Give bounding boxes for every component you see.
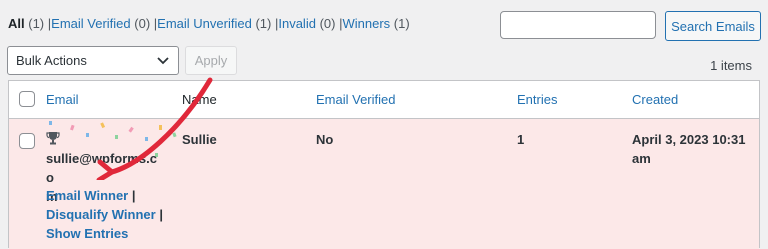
show-entries-link[interactable]: Show Entries bbox=[46, 226, 128, 241]
row-actions: Email Winner | Disqualify Winner | Show … bbox=[46, 188, 163, 241]
created-line1: April 3, 2023 10:31 bbox=[632, 132, 746, 147]
search-input[interactable] bbox=[500, 11, 656, 39]
filter-winners-count: (1) bbox=[393, 16, 410, 31]
filter-email-unverified[interactable]: Email Unverified bbox=[157, 16, 252, 31]
search-emails-button[interactable]: Search Emails bbox=[665, 11, 761, 41]
column-created[interactable]: Created bbox=[632, 92, 678, 107]
email-verified-value: No bbox=[316, 132, 334, 147]
status-filters: All (1) |Email Verified (0) |Email Unver… bbox=[8, 16, 410, 31]
created-line2: am bbox=[632, 151, 651, 166]
entries-value: 1 bbox=[517, 132, 525, 147]
winner-name: Sullie bbox=[182, 132, 217, 147]
apply-button[interactable]: Apply bbox=[185, 46, 237, 75]
bulk-actions-select[interactable]: Bulk Actions bbox=[7, 46, 179, 75]
table-header: Email Name Email Verified Entries Create… bbox=[9, 81, 759, 119]
items-count: 1 items bbox=[710, 58, 752, 73]
winner-email-line1: sullie@wpforms.co bbox=[46, 151, 157, 185]
filter-email-verified-count: (0) bbox=[134, 16, 151, 31]
filter-invalid[interactable]: Invalid bbox=[278, 16, 316, 31]
filter-winners[interactable]: Winners bbox=[342, 16, 390, 31]
bulk-actions-label: Bulk Actions bbox=[16, 53, 87, 68]
column-name: Name bbox=[182, 92, 217, 107]
created-value: April 3, 2023 10:31 am bbox=[632, 130, 745, 168]
column-email[interactable]: Email bbox=[46, 92, 79, 107]
select-all-checkbox[interactable] bbox=[19, 91, 35, 107]
email-winner-link[interactable]: Email Winner bbox=[46, 188, 128, 203]
filter-all[interactable]: All bbox=[8, 16, 25, 31]
filter-all-count: (1) bbox=[28, 16, 45, 31]
filter-email-unverified-count: (1) bbox=[255, 16, 272, 31]
column-entries[interactable]: Entries bbox=[517, 92, 557, 107]
row-checkbox[interactable] bbox=[19, 133, 35, 149]
filter-invalid-count: (0) bbox=[319, 16, 336, 31]
table-row: sullie@wpforms.co m Email Winner | Disqu… bbox=[9, 119, 759, 249]
chevron-down-icon bbox=[157, 57, 169, 65]
trophy-icon bbox=[46, 132, 60, 145]
disqualify-winner-link[interactable]: Disqualify Winner bbox=[46, 207, 156, 222]
entries-table: Email Name Email Verified Entries Create… bbox=[8, 80, 760, 249]
filter-email-verified[interactable]: Email Verified bbox=[51, 16, 130, 31]
column-email-verified[interactable]: Email Verified bbox=[316, 92, 395, 107]
